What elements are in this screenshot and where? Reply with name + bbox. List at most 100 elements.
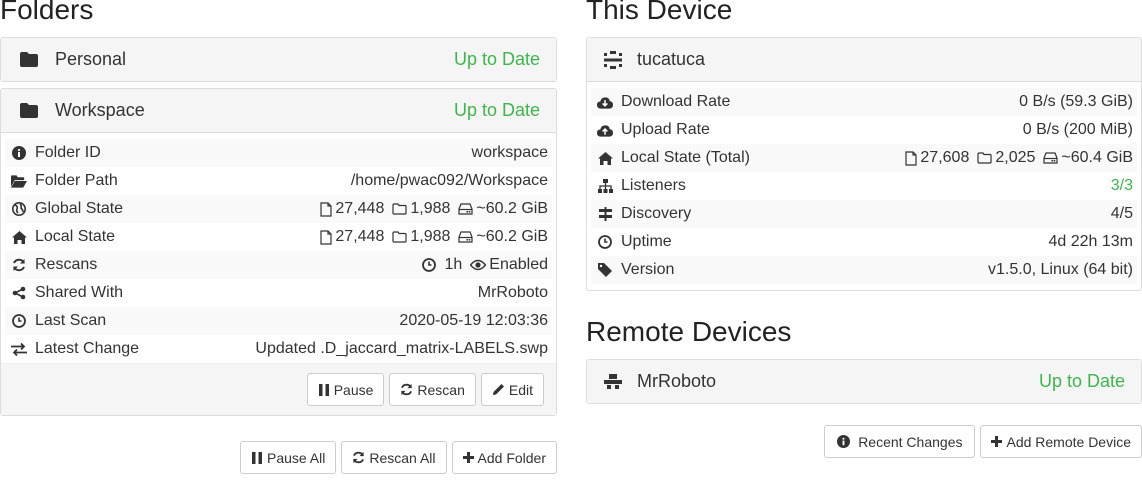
- folder-panel-workspace: Workspace Up to Date Folder ID workspace…: [0, 88, 557, 416]
- remote-device-status: Up to Date: [1038, 371, 1125, 391]
- detail-row-global-state: Global State 27,448 1,988 ~60.2 GiB: [5, 195, 552, 223]
- add-remote-device-button[interactable]: Add Remote Device: [980, 425, 1142, 458]
- folder-outline-icon: [392, 231, 407, 243]
- device-column: This Device tucatuca Download Rate 0 B/s…: [586, 0, 1142, 458]
- exchange-icon: [11, 341, 27, 357]
- share-icon: [11, 285, 27, 301]
- pause-icon: [251, 451, 262, 464]
- device-label: Download Rate: [621, 93, 731, 110]
- device-value: 0 B/s (59.3 GiB): [1019, 93, 1133, 110]
- plus-icon: [462, 452, 474, 463]
- folder-icon: [19, 50, 39, 70]
- detail-value: 2020-05-19 12:03:36: [399, 312, 548, 329]
- folder-details: Folder ID workspace Folder Path /home/pw…: [1, 132, 556, 415]
- folder-header-personal[interactable]: Personal Up to Date: [1, 38, 556, 81]
- folder-panel-personal[interactable]: Personal Up to Date: [0, 37, 557, 82]
- detail-row-folder-id: Folder ID workspace: [5, 139, 552, 167]
- tag-icon: [597, 262, 613, 278]
- file-icon: [320, 201, 333, 217]
- folder-outline-icon: [977, 152, 992, 164]
- size-total: ~60.2 GiB: [458, 228, 548, 246]
- home-icon: [11, 229, 27, 245]
- detail-row-latest-change: Latest Change Updated .D_jaccard_matrix-…: [5, 335, 552, 363]
- device-value: 3/3: [1110, 177, 1133, 194]
- detail-label: Last Scan: [35, 312, 107, 329]
- detail-label: Rescans: [35, 256, 98, 273]
- watch-status: Enabled: [470, 256, 548, 274]
- rescan-all-button[interactable]: Rescan All: [341, 441, 447, 474]
- file-count: 27,448: [320, 200, 384, 218]
- file-count: 27,608: [905, 149, 969, 167]
- add-folder-button[interactable]: Add Folder: [451, 441, 557, 474]
- folder-outline-icon: [392, 203, 407, 215]
- detail-value: 27,448 1,988 ~60.2 GiB: [312, 228, 548, 246]
- dir-count: 2,025: [977, 149, 1035, 167]
- folder-header-workspace[interactable]: Workspace Up to Date: [1, 89, 556, 132]
- clock-icon: [422, 258, 437, 272]
- file-icon: [905, 150, 918, 166]
- pause-all-button[interactable]: Pause All: [239, 441, 337, 474]
- eye-icon: [470, 259, 487, 271]
- device-label: Upload Rate: [621, 121, 710, 138]
- device-value: v1.5.0, Linux (64 bit): [988, 261, 1133, 278]
- this-device-title: This Device: [586, 0, 733, 25]
- rescan-button[interactable]: Rescan: [389, 373, 476, 406]
- file-icon: [320, 229, 333, 245]
- globe-icon: [11, 201, 27, 217]
- pause-button[interactable]: Pause: [306, 373, 385, 406]
- detail-label: Latest Change: [35, 340, 140, 357]
- detail-row-local-state: Local State 27,448 1,988 ~60.2 GiB: [5, 223, 552, 251]
- refresh-icon: [401, 383, 413, 396]
- edit-button[interactable]: Edit: [480, 373, 544, 406]
- hdd-icon: [458, 231, 473, 243]
- file-count: 27,448: [320, 228, 384, 246]
- cloud-upload-icon: [597, 122, 613, 138]
- rescan-interval: 1h: [422, 256, 462, 274]
- this-device-panel: tucatuca Download Rate 0 B/s (59.3 GiB) …: [586, 37, 1142, 291]
- device-row-version: Version v1.5.0, Linux (64 bit): [591, 256, 1137, 284]
- sitemap-icon: [597, 178, 613, 194]
- device-row-discovery: Discovery 4/5: [591, 200, 1137, 228]
- device-icon: [603, 372, 623, 392]
- size-total: ~60.4 GiB: [1043, 149, 1133, 167]
- hdd-icon: [458, 203, 473, 215]
- device-row-upload: Upload Rate 0 B/s (200 MiB): [591, 116, 1137, 144]
- detail-row-folder-path: Folder Path /home/pwac092/Workspace: [5, 167, 552, 195]
- detail-row-last-scan: Last Scan 2020-05-19 12:03:36: [5, 307, 552, 335]
- device-qr-icon: [603, 50, 623, 70]
- detail-value: 27,448 1,988 ~60.2 GiB: [312, 200, 548, 218]
- info-icon: [837, 435, 851, 448]
- folder-name: Personal: [55, 49, 127, 69]
- folder-name: Workspace: [55, 100, 145, 120]
- device-row-uptime: Uptime 4d 22h 13m: [591, 228, 1137, 256]
- home-icon: [597, 150, 613, 166]
- cloud-download-icon: [597, 94, 613, 110]
- device-value: 4/5: [1110, 205, 1133, 222]
- folder-status: Up to Date: [453, 100, 540, 120]
- device-label: Local State (Total): [621, 149, 750, 166]
- info-icon: [11, 145, 27, 161]
- folders-title: Folders: [0, 0, 94, 25]
- device-row-local-state: Local State (Total) 27,608 2,025 ~60.4 G…: [591, 144, 1137, 172]
- device-label: Version: [621, 261, 675, 278]
- detail-label: Shared With: [35, 284, 124, 301]
- this-device-header[interactable]: tucatuca: [587, 38, 1141, 81]
- detail-value: /home/pwac092/Workspace: [350, 172, 548, 189]
- recent-changes-button[interactable]: Recent Changes: [824, 425, 976, 458]
- device-label: Discovery: [621, 205, 692, 222]
- clock-icon: [597, 234, 613, 250]
- device-details: Download Rate 0 B/s (59.3 GiB) Upload Ra…: [587, 81, 1141, 290]
- folder-open-icon: [11, 173, 27, 189]
- device-row-listeners: Listeners 3/3: [591, 172, 1137, 200]
- pause-icon: [318, 383, 329, 396]
- device-row-download: Download Rate 0 B/s (59.3 GiB): [591, 88, 1137, 116]
- remote-devices-title: Remote Devices: [586, 316, 792, 347]
- remote-device-panel-mrroboto[interactable]: MrRoboto Up to Date: [586, 359, 1142, 404]
- pencil-icon: [492, 384, 504, 395]
- detail-value: MrRoboto: [477, 284, 548, 301]
- refresh-icon: [11, 257, 27, 273]
- remote-device-header[interactable]: MrRoboto Up to Date: [587, 360, 1141, 403]
- detail-label: Folder ID: [35, 144, 101, 161]
- size-total: ~60.2 GiB: [458, 200, 548, 218]
- detail-label: Global State: [35, 200, 124, 217]
